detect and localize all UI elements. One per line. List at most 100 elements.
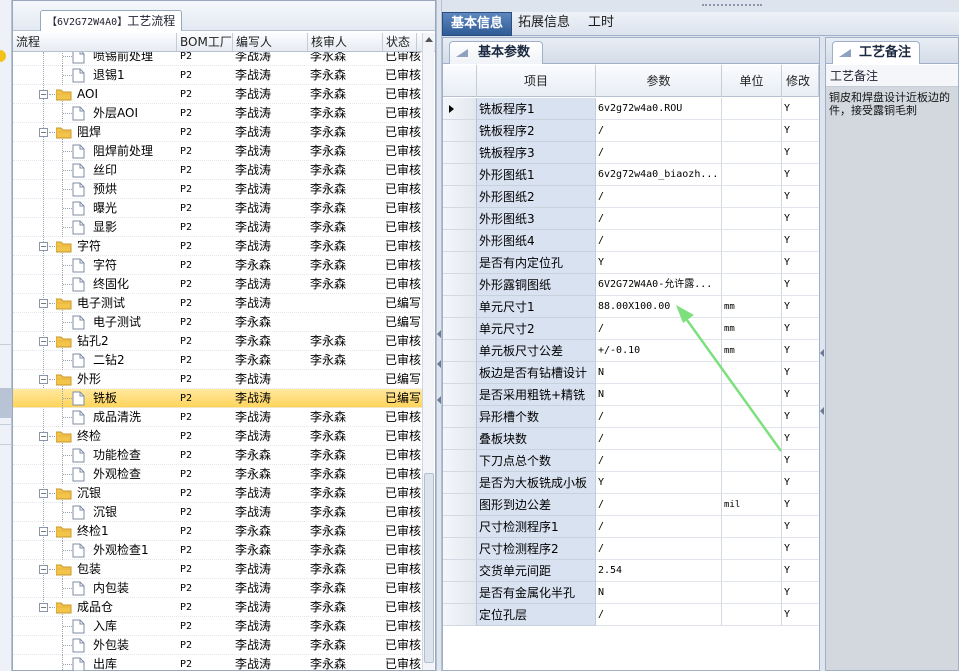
param-row[interactable]: 铣板程序2/ Y <box>443 120 819 142</box>
row-header[interactable] <box>443 274 477 296</box>
tree-step-row[interactable]: 字符 P2 李永森 李永森 已审核 <box>13 256 423 275</box>
row-header[interactable] <box>443 494 477 516</box>
tree-step-row[interactable]: 终固化 P2 李战涛 李永森 已审核 <box>13 275 423 294</box>
tree-step-row[interactable]: 二钻2 P2 李永森 李永森 已审核 <box>13 351 423 370</box>
col-status[interactable]: 状态 <box>383 33 417 51</box>
tree-step-row[interactable]: 曝光 P2 李战涛 李永森 已审核 <box>13 199 423 218</box>
param-row[interactable]: 下刀点总个数 / Y <box>443 450 819 472</box>
col-item[interactable]: 项目 <box>477 65 596 97</box>
tab-work-hours[interactable]: 工时 <box>580 12 622 36</box>
param-unit-cell[interactable] <box>722 538 782 560</box>
tab-basic-params[interactable]: 基本参数 <box>449 41 544 64</box>
tree-group-row[interactable]: − 字符 P2 李战涛 李永森 已审核 <box>13 237 423 256</box>
tree-group-row[interactable]: − 终检1 P2 李永森 李永森 已审核 <box>13 522 423 541</box>
collapse-left-icon[interactable] <box>437 396 441 404</box>
param-value-cell[interactable]: / <box>596 538 722 560</box>
collapse-left-icon[interactable] <box>437 360 441 368</box>
col-param[interactable]: 参数 <box>596 65 722 97</box>
param-unit-cell[interactable] <box>722 230 782 252</box>
tree-step-row[interactable]: 入库 P2 李战涛 李永森 已审核 <box>13 617 423 636</box>
row-header[interactable] <box>443 296 477 318</box>
row-header[interactable] <box>443 142 477 164</box>
param-row[interactable]: 铣板程序1 6v2g72w4a0.ROU Y <box>443 98 819 120</box>
param-unit-cell[interactable] <box>722 186 782 208</box>
param-row[interactable]: 单元尺寸2/mm Y <box>443 318 819 340</box>
tree-step-row[interactable]: 预烘 P2 李战涛 李永森 已审核 <box>13 180 423 199</box>
row-header[interactable] <box>443 582 477 604</box>
param-unit-cell[interactable]: mil <box>722 494 782 516</box>
param-modify-cell[interactable]: Y <box>782 384 819 406</box>
param-row[interactable]: 异形槽个数 / Y <box>443 406 819 428</box>
param-modify-cell[interactable]: Y <box>782 428 819 450</box>
tree-step-row[interactable]: 铣板 P2 李战涛 已编写 <box>13 389 423 408</box>
param-value-cell[interactable]: / <box>596 494 722 516</box>
param-modify-cell[interactable]: Y <box>782 318 819 340</box>
param-value-cell[interactable]: 6v2g72w4a0.ROU <box>596 98 722 120</box>
param-row[interactable]: 是否为大板铣成小板 Y Y <box>443 472 819 494</box>
collapse-toggle-icon[interactable]: − <box>39 242 48 251</box>
tab-process-notes[interactable]: 工艺备注 <box>832 41 921 64</box>
collapse-toggle-icon[interactable]: − <box>39 432 48 441</box>
param-unit-cell[interactable] <box>722 274 782 296</box>
row-header[interactable] <box>443 252 477 274</box>
param-value-cell[interactable]: / <box>596 604 722 626</box>
col-flow[interactable]: 流程 <box>13 33 177 51</box>
param-unit-cell[interactable]: mm <box>722 296 782 318</box>
param-unit-cell[interactable] <box>722 384 782 406</box>
param-value-cell[interactable]: 2.54 <box>596 560 722 582</box>
param-modify-cell[interactable]: Y <box>782 98 819 120</box>
collapse-icon[interactable] <box>820 349 824 357</box>
row-header[interactable] <box>443 186 477 208</box>
param-unit-cell[interactable]: mm <box>722 340 782 362</box>
param-value-cell[interactable]: / <box>596 120 722 142</box>
param-value-cell[interactable]: +/-0.10 <box>596 340 722 362</box>
tree-group-row[interactable]: − 成品仓 P2 李战涛 李永森 已审核 <box>13 598 423 617</box>
row-header[interactable] <box>443 472 477 494</box>
collapse-toggle-icon[interactable]: − <box>39 603 48 612</box>
tree-step-row[interactable]: 外观检查 P2 李永森 李永森 已审核 <box>13 465 423 484</box>
row-header[interactable] <box>443 208 477 230</box>
param-value-cell[interactable]: / <box>596 186 722 208</box>
collapse-toggle-icon[interactable]: − <box>39 90 48 99</box>
param-value-cell[interactable]: 88.00X100.00 <box>596 296 722 318</box>
param-modify-cell[interactable]: Y <box>782 252 819 274</box>
param-row[interactable]: 是否有金属化半孔 N Y <box>443 582 819 604</box>
param-row[interactable]: 交货单元间距 2.54 Y <box>443 560 819 582</box>
col-reviewer[interactable]: 核审人 <box>308 33 383 51</box>
row-header[interactable] <box>443 516 477 538</box>
param-unit-cell[interactable] <box>722 472 782 494</box>
tree-group-row[interactable]: − AOI P2 李战涛 李永森 已审核 <box>13 85 423 104</box>
tree-group-row[interactable]: − 阻焊 P2 李战涛 李永森 已审核 <box>13 123 423 142</box>
param-unit-cell[interactable]: mm <box>722 318 782 340</box>
param-unit-cell[interactable] <box>722 362 782 384</box>
param-row[interactable]: 尺寸检测程序1/ Y <box>443 516 819 538</box>
row-header[interactable] <box>443 450 477 472</box>
tree-group-row[interactable]: − 钻孔2 P2 李永森 李永森 已审核 <box>13 332 423 351</box>
param-modify-cell[interactable]: Y <box>782 538 819 560</box>
tree-group-row[interactable]: − 外形 P2 李战涛 已编写 <box>13 370 423 389</box>
param-unit-cell[interactable] <box>722 120 782 142</box>
dock-handle[interactable] <box>0 50 6 62</box>
tree-step-row[interactable]: 丝印 P2 李战涛 李永森 已审核 <box>13 161 423 180</box>
param-modify-cell[interactable]: Y <box>782 186 819 208</box>
param-value-cell[interactable]: / <box>596 142 722 164</box>
param-value-cell[interactable]: / <box>596 318 722 340</box>
collapse-left-icon[interactable] <box>437 330 441 338</box>
row-header[interactable] <box>443 230 477 252</box>
param-modify-cell[interactable]: Y <box>782 208 819 230</box>
col-modify[interactable]: 修改 <box>782 65 819 97</box>
param-row[interactable]: 外形图纸3/ Y <box>443 208 819 230</box>
param-modify-cell[interactable]: Y <box>782 142 819 164</box>
row-header[interactable] <box>443 362 477 384</box>
collapse-toggle-icon[interactable]: − <box>39 375 48 384</box>
collapse-toggle-icon[interactable]: − <box>39 299 48 308</box>
tree-step-row[interactable]: 沉银 P2 李战涛 李永森 已审核 <box>13 503 423 522</box>
param-row[interactable]: 叠板块数 / Y <box>443 428 819 450</box>
tree-step-row[interactable]: 喷锡前处理 P2 李战涛 李永森 已审核 <box>13 52 423 66</box>
param-value-cell[interactable]: / <box>596 450 722 472</box>
param-row[interactable]: 外形图纸4/ Y <box>443 230 819 252</box>
param-row[interactable]: 外形图纸2/ Y <box>443 186 819 208</box>
param-row[interactable]: 定位孔层 / Y <box>443 604 819 626</box>
param-modify-cell[interactable]: Y <box>782 494 819 516</box>
tree-step-row[interactable]: 出库 P2 李战涛 李永森 已审核 <box>13 655 423 671</box>
